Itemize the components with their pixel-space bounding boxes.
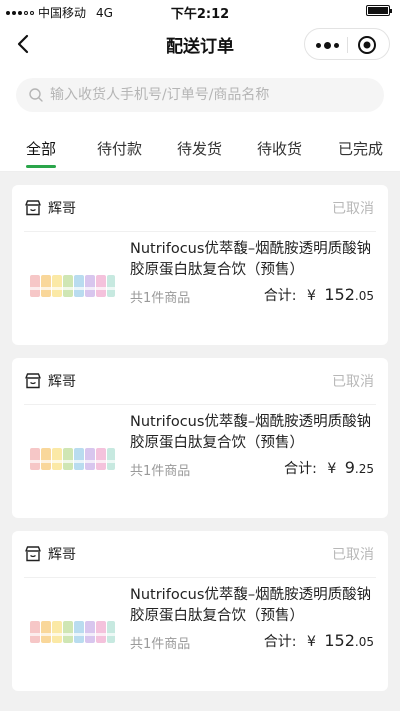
total-label: 合计: [263, 288, 297, 304]
search-icon [29, 88, 43, 102]
tab-active-indicator [26, 165, 57, 168]
divider [24, 404, 376, 405]
item-count: 共1件商品 [130, 637, 191, 652]
product-name: Nutrifocus优萃馥–烟酰胺透明质酸钠胶原蛋白肽复合饮（预售） [130, 414, 372, 451]
tab-completed[interactable]: 已完成 [338, 138, 383, 168]
total-label: 合计: [263, 634, 297, 650]
total-integer: 9 [344, 458, 355, 477]
divider [24, 577, 376, 578]
order-card[interactable]: 辉哥 已取消 Nutrifocus优萃馥–烟酰胺透明质酸钠胶原蛋白肽复合饮（预售… [12, 531, 388, 691]
tab-label: 待付款 [97, 140, 143, 158]
tab-pending-receipt[interactable]: 待收货 [257, 138, 302, 168]
close-target-icon[interactable] [357, 35, 377, 55]
currency-symbol: ¥ [306, 288, 316, 304]
item-count: 共1件商品 [130, 464, 191, 479]
tab-all[interactable]: 全部 [26, 138, 57, 168]
product-image [30, 621, 115, 643]
order-card-header: 辉哥 已取消 [12, 358, 388, 404]
total-decimal: .05 [354, 289, 374, 303]
total-integer: 152 [324, 631, 355, 650]
order-tabs: 全部 待付款 待发货 待收货 已完成 [0, 124, 400, 172]
order-card[interactable]: 辉哥 已取消 Nutrifocus优萃馥–烟酰胺透明质酸钠胶原蛋白肽复合饮（预售… [12, 358, 388, 518]
tab-pending-payment[interactable]: 待付款 [97, 138, 142, 168]
total-integer: 152 [324, 285, 355, 304]
order-status: 已取消 [332, 547, 374, 563]
product-name: Nutrifocus优萃馥–烟酰胺透明质酸钠胶原蛋白肽复合饮（预售） [130, 587, 372, 624]
more-options-icon[interactable] [313, 37, 341, 53]
total-decimal: .05 [354, 635, 374, 649]
capsule-divider [347, 37, 348, 53]
battery-icon [366, 5, 392, 16]
shop-icon [25, 546, 41, 562]
shop-icon [25, 373, 41, 389]
order-total: 合计: ¥ 9.25 [284, 458, 374, 478]
divider [24, 231, 376, 232]
search-input[interactable] [50, 78, 370, 112]
total-decimal: .25 [354, 462, 374, 476]
order-total: 合计: ¥ 152.05 [264, 631, 374, 651]
shop-name: 辉哥 [48, 547, 76, 563]
shop-name: 辉哥 [48, 374, 76, 390]
shop-name: 辉哥 [48, 201, 76, 217]
product-image [30, 448, 115, 470]
order-card[interactable]: 辉哥 已取消 Nutrifocus优萃馥–烟酰胺透明质酸钠胶原蛋白肽复合饮（预售… [12, 185, 388, 345]
shop-icon [25, 200, 41, 216]
item-count: 共1件商品 [130, 291, 191, 306]
status-time: 下午2:12 [170, 7, 230, 22]
tab-pending-shipment[interactable]: 待发货 [177, 138, 222, 168]
back-arrow-icon[interactable] [12, 32, 36, 56]
search-box[interactable] [16, 78, 384, 112]
order-status: 已取消 [332, 201, 374, 217]
total-label: 合计: [284, 461, 317, 477]
currency-symbol: ¥ [327, 461, 337, 477]
tab-label: 全部 [26, 140, 57, 158]
tab-label: 待发货 [177, 140, 223, 158]
tab-label: 待收货 [257, 140, 303, 158]
currency-symbol: ¥ [306, 634, 316, 650]
order-status: 已取消 [332, 374, 374, 390]
order-card-header: 辉哥 已取消 [12, 531, 388, 577]
mini-program-capsule [304, 28, 390, 60]
order-total: 合计: ¥ 152.05 [264, 285, 374, 305]
status-bar: 中国移动 4G 下午2:12 [0, 0, 400, 22]
product-image [30, 275, 115, 297]
order-card-header: 辉哥 已取消 [12, 185, 388, 231]
nav-bar: 配送订单 [0, 22, 400, 66]
product-name: Nutrifocus优萃馥–烟酰胺透明质酸钠胶原蛋白肽复合饮（预售） [130, 241, 372, 278]
tab-label: 已完成 [338, 140, 384, 158]
search-section [0, 66, 400, 124]
